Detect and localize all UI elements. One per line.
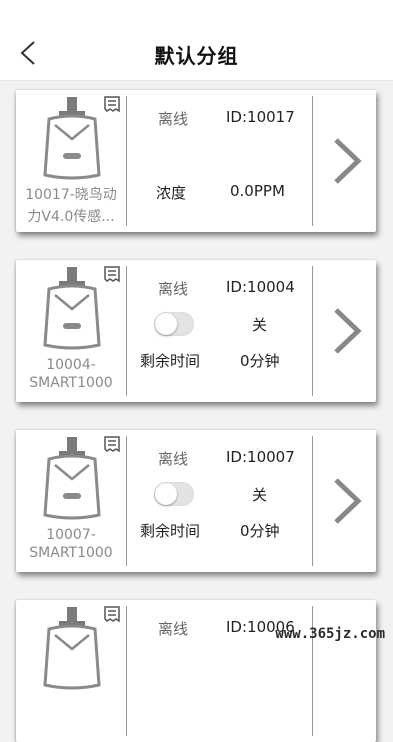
device-name-line2: SMART1000 [29,545,113,561]
purifier-device-icon [43,437,101,520]
device-card-10006[interactable]: 离线 ID:10006 [16,600,376,742]
detail-arrow-button[interactable] [328,306,364,356]
remaining-time-label: 剩余时间 [140,522,201,540]
document-icon[interactable] [103,606,121,626]
device-thumbnail: 10007- SMART1000 [16,430,126,572]
device-name-line2: SMART1000 [29,375,113,391]
toggle-knob [155,313,177,335]
watermark-text: www.365jz.com [275,626,385,642]
chevron-right-icon [334,478,362,524]
power-state-label: 关 [252,486,268,504]
chevron-right-icon [334,138,362,184]
status-label: 离线 [158,280,189,298]
remaining-time-label: 剩余时间 [140,352,201,370]
device-card-10007[interactable]: 10007- SMART1000 离线 ID:10007 关 剩余时间 0分钟 [16,430,376,572]
divider-left [126,436,127,566]
device-card-10017[interactable]: 10017-晓鸟动 力V4.0传感... 离线 ID:10017 浓度 0.0P… [16,90,376,232]
divider-left [126,606,127,736]
chevron-right-icon [334,308,362,354]
device-thumbnail: 10004- SMART1000 [16,260,126,402]
toggle-knob [155,483,177,505]
purifier-device-icon [43,97,101,180]
device-id: ID:10007 [226,448,295,466]
status-label: 离线 [158,620,189,638]
page-title: 默认分组 [154,44,239,68]
divider-left [126,266,127,396]
power-toggle[interactable] [154,312,194,336]
purifier-device-icon [43,607,101,690]
device-thumbnail [16,600,126,742]
device-id: ID:10004 [226,278,295,296]
device-id: ID:10017 [226,108,295,126]
remaining-time-value: 0分钟 [240,352,280,370]
detail-arrow-button[interactable] [328,136,364,186]
status-label: 离线 [158,110,189,128]
purifier-device-icon [43,267,101,350]
device-name-line2: 力V4.0传感... [27,209,115,225]
remaining-time-value: 0分钟 [240,522,280,540]
divider-right [312,436,313,566]
device-name-line1: 10017-晓鸟动 [25,187,117,203]
power-state-label: 关 [252,316,268,334]
document-icon[interactable] [103,436,121,456]
power-toggle[interactable] [154,482,194,506]
document-icon[interactable] [103,266,121,286]
device-thumbnail: 10017-晓鸟动 力V4.0传感... [16,90,126,232]
document-icon[interactable] [103,96,121,116]
divider-right [312,96,313,226]
detail-arrow-button[interactable] [328,476,364,526]
status-label: 离线 [158,450,189,468]
header-bar: 默认分组 [0,0,393,81]
concentration-value: 0.0PPM [230,182,285,200]
concentration-label: 浓度 [156,184,187,202]
divider-left [126,96,127,226]
device-card-10004[interactable]: 10004- SMART1000 离线 ID:10004 关 剩余时间 0分钟 [16,260,376,402]
divider-right [312,266,313,396]
